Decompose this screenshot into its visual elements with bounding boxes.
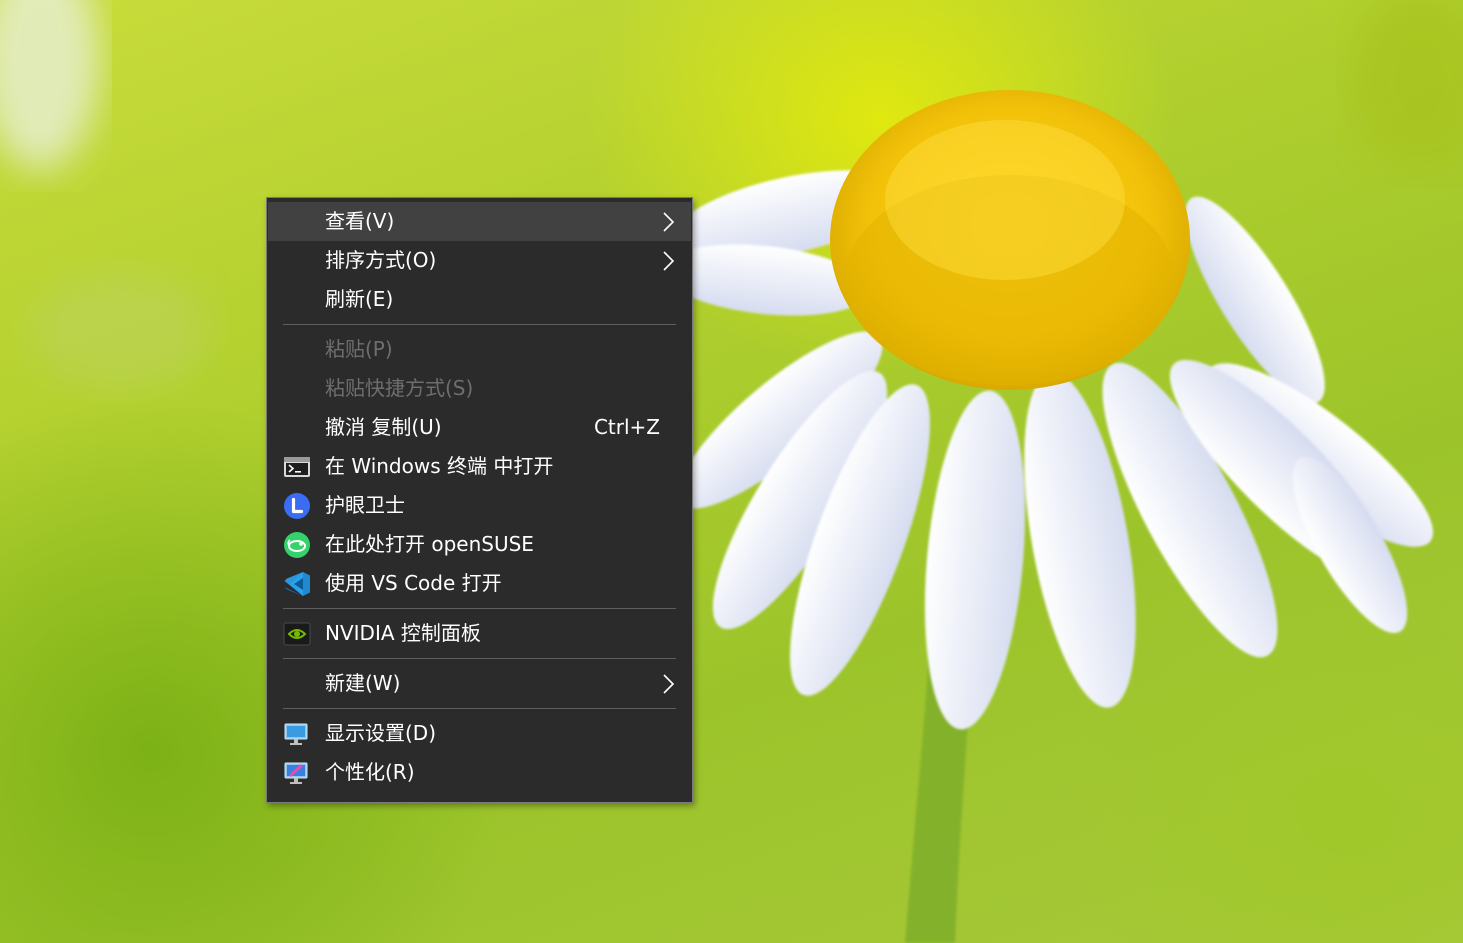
menu-item-label: NVIDIA 控制面板	[325, 621, 481, 645]
menu-item-sort-by[interactable]: 排序方式(O)	[268, 241, 691, 280]
menu-item-shortcut: Ctrl+Z	[593, 415, 660, 439]
menu-item-label: 个性化(R)	[325, 760, 415, 784]
nvidia-icon	[283, 622, 311, 646]
menu-item-paste: 粘贴(P)	[268, 330, 691, 369]
vscode-icon	[284, 572, 310, 596]
windows-terminal-icon	[284, 457, 310, 477]
opensuse-icon	[284, 532, 310, 558]
menu-item-view[interactable]: 查看(V)	[268, 202, 691, 241]
menu-item-open-vs-code[interactable]: 使用 VS Code 打开	[268, 564, 691, 603]
menu-item-label: 排序方式(O)	[325, 248, 437, 272]
menu-item-label: 查看(V)	[325, 209, 395, 233]
menu-item-label: 粘贴(P)	[325, 337, 393, 361]
menu-item-label: 粘贴快捷方式(S)	[325, 376, 474, 400]
personalize-icon	[284, 762, 308, 784]
menu-item-undo-copy[interactable]: 撤消 复制(U) Ctrl+Z	[268, 408, 691, 447]
desktop-context-menu: 查看(V) 排序方式(O) 刷新(E) 粘贴(P) 粘贴快捷方式(S) 撤消 复…	[266, 197, 693, 803]
menu-item-personalize[interactable]: 个性化(R)	[268, 753, 691, 792]
menu-item-refresh[interactable]: 刷新(E)	[268, 280, 691, 319]
desktop[interactable]: 查看(V) 排序方式(O) 刷新(E) 粘贴(P) 粘贴快捷方式(S) 撤消 复…	[0, 0, 1463, 943]
menu-item-new[interactable]: 新建(W)	[268, 664, 691, 703]
menu-item-label: 在此处打开 openSUSE	[325, 532, 534, 556]
menu-item-paste-shortcut: 粘贴快捷方式(S)	[268, 369, 691, 408]
menu-item-label: 使用 VS Code 打开	[325, 571, 502, 595]
menu-item-display-settings[interactable]: 显示设置(D)	[268, 714, 691, 753]
menu-item-label: 护眼卫士	[325, 493, 405, 517]
chevron-right-icon	[663, 674, 675, 694]
eye-guard-app-icon	[284, 493, 310, 519]
menu-item-label: 在 Windows 终端 中打开	[325, 454, 554, 478]
menu-item-nvidia-control-panel[interactable]: NVIDIA 控制面板	[268, 614, 691, 653]
menu-item-label: 显示设置(D)	[325, 721, 437, 745]
menu-item-open-in-windows-terminal[interactable]: 在 Windows 终端 中打开	[268, 447, 691, 486]
menu-separator	[283, 658, 676, 659]
display-settings-icon	[284, 723, 308, 745]
menu-item-label: 新建(W)	[325, 671, 401, 695]
menu-item-label: 撤消 复制(U)	[325, 415, 442, 439]
menu-separator	[283, 324, 676, 325]
chevron-right-icon	[663, 212, 675, 232]
menu-item-open-opensuse[interactable]: 在此处打开 openSUSE	[268, 525, 691, 564]
menu-separator	[283, 608, 676, 609]
menu-item-label: 刷新(E)	[325, 287, 394, 311]
menu-item-eye-guard[interactable]: 护眼卫士	[268, 486, 691, 525]
chevron-right-icon	[663, 251, 675, 271]
menu-separator	[283, 708, 676, 709]
daisy-wallpaper	[0, 0, 1463, 943]
